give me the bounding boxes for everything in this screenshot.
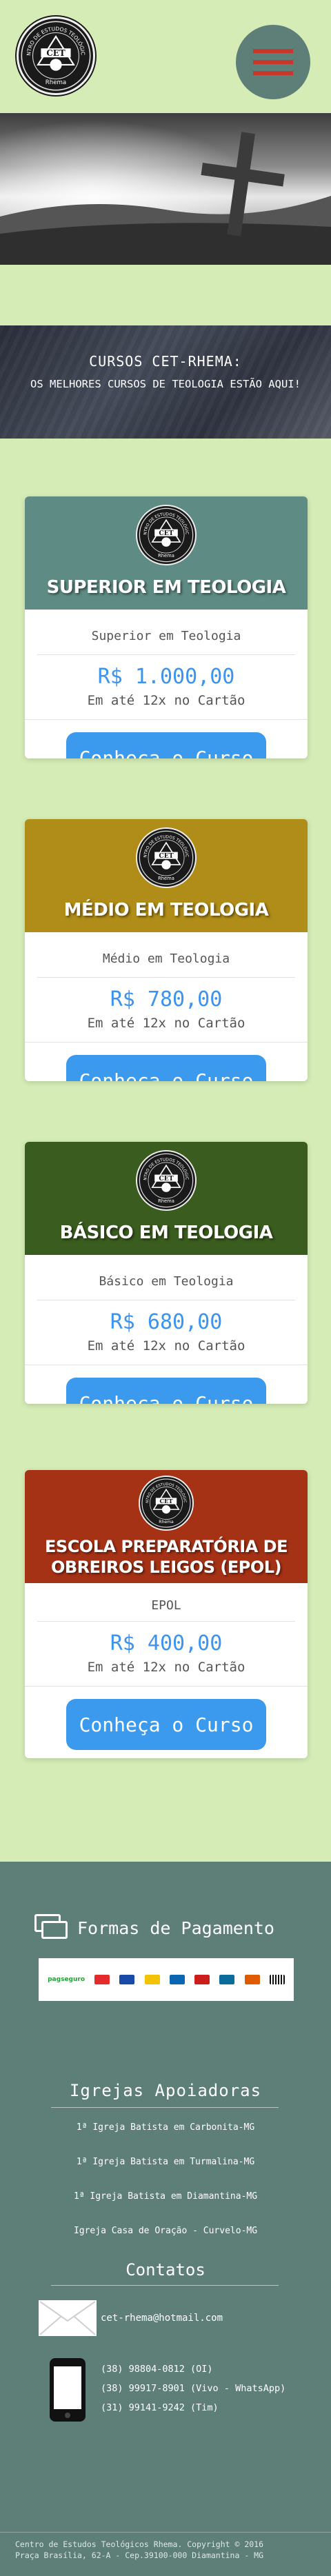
payment-brand-icon	[144, 1975, 160, 1984]
conheca-o-curso-button[interactable]: Conheça o Curso	[66, 732, 266, 758]
course-price: R$ 1.000,00	[97, 665, 235, 689]
cet-rhema-logo-icon: CENTRO DE ESTUDOS TEOLÓGICOS CET Rhema	[136, 503, 197, 565]
courses-banner: CURSOS CET-RHEMA: OS MELHORES CURSOS DE …	[0, 325, 331, 439]
envelope-icon	[39, 2300, 97, 2336]
payment-brand-icon	[244, 1975, 260, 1984]
contact-phone[interactable]: (38) 99917-8901 (Vivo - WhatsApp)	[101, 2379, 285, 2398]
phone-icon	[50, 2358, 86, 2422]
conheca-o-curso-button[interactable]: Conheça o Curso	[66, 1378, 266, 1404]
course-name: Médio em Teologia	[102, 952, 230, 966]
course-installments: Em até 12x no Cartão	[87, 693, 245, 708]
conheca-o-curso-button[interactable]: Conheça o Curso	[66, 1055, 266, 1081]
menu-bar	[253, 60, 293, 64]
svg-text:Rhema: Rhema	[158, 553, 174, 559]
menu-bar	[253, 71, 293, 75]
payment-brand-icon	[169, 1975, 185, 1984]
course-card-title: BÁSICO EM TEOLOGIA	[59, 1222, 273, 1243]
igreja-item: 1ª Igreja Batista em Carbonita-MG	[76, 2122, 255, 2133]
cet-rhema-logo-icon: CENTRO DE ESTUDOS TEOLÓGICOS CET Rhema	[139, 1474, 194, 1531]
course-card-basico: CENTRO DE ESTUDOS TEOLÓGICOS CET Rhema B…	[25, 1142, 308, 1404]
igreja-item: 1ª Igreja Batista em Turmalina-MG	[76, 2157, 255, 2167]
course-card-header: CENTRO DE ESTUDOS TEOLÓGICOS CET Rhema S…	[25, 496, 308, 610]
course-price: R$ 780,00	[110, 987, 223, 1012]
copyright-line: Centro de Estudos Teológicos Rhema. Copy…	[15, 2539, 264, 2549]
svg-text:Rhema: Rhema	[158, 1198, 174, 1204]
boleto-icon	[269, 1975, 285, 1984]
cet-rhema-logo-icon: CENTRO DE ESTUDOS TEOLÓGICOS CET Rhema	[139, 1474, 191, 1528]
site-footer: Formas de Pagamento pagseguro Igrejas Ap…	[0, 1862, 331, 2576]
course-card-title: SUPERIOR EM TEOLOGIA	[46, 577, 286, 598]
cards-icon	[34, 1914, 69, 1942]
svg-text:Rhema: Rhema	[158, 876, 174, 881]
payment-brand-icon	[119, 1975, 135, 1984]
course-card-title: MÉDIO EM TEOLOGIA	[63, 900, 269, 920]
payment-title: Formas de Pagamento	[77, 1918, 274, 1938]
svg-text:CET: CET	[159, 852, 173, 860]
contact-email-link[interactable]: cet-rhema@hotmail.com	[101, 2313, 223, 2324]
menu-toggle-button[interactable]	[236, 25, 310, 99]
pagseguro-logo: pagseguro	[48, 1976, 85, 1983]
payment-heading: Formas de Pagamento	[34, 1914, 274, 1942]
contact-phone[interactable]: (38) 98804-0812 (OI)	[101, 2359, 285, 2379]
svg-text:CET: CET	[46, 48, 66, 58]
igreja-item: Igreja Casa de Oração - Curvelo-MG	[73, 2226, 258, 2236]
site-header: CENTRO DE ESTUDOS TEOLÓGICOS CET Rhema	[0, 0, 331, 113]
svg-text:CET: CET	[159, 530, 173, 537]
cet-rhema-logo-icon: CENTRO DE ESTUDOS TEOLÓGICOS CET Rhema	[136, 826, 194, 885]
course-name: Superior em Teologia	[91, 629, 241, 643]
banner-title: CURSOS CET-RHEMA:	[89, 353, 242, 370]
svg-text:CET: CET	[159, 1175, 173, 1183]
course-card-title: ESCOLA PREPARATÓRIA DE OBREIROS LEIGOS (…	[45, 1537, 288, 1577]
menu-bar	[253, 49, 293, 53]
payment-brand-icon	[219, 1975, 235, 1984]
cet-rhema-logo-icon: CENTRO DE ESTUDOS TEOLÓGICOS CET Rhema	[136, 1149, 194, 1208]
course-card-header: CENTRO DE ESTUDOS TEOLÓGICOS CET Rhema E…	[25, 1470, 308, 1583]
hero-image	[0, 113, 331, 265]
svg-text:Rhema: Rhema	[46, 79, 66, 86]
svg-text:Rhema: Rhema	[159, 1520, 174, 1525]
course-name: Básico em Teologia	[99, 1274, 234, 1289]
payment-brand-icon	[194, 1975, 210, 1984]
course-name: EPOL	[151, 1598, 181, 1613]
course-installments: Em até 12x no Cartão	[87, 1016, 245, 1031]
course-card-epol: CENTRO DE ESTUDOS TEOLÓGICOS CET Rhema E…	[25, 1470, 308, 1758]
page: CENTRO DE ESTUDOS TEOLÓGICOS CET Rhema	[0, 0, 331, 2576]
payment-methods-strip: pagseguro	[39, 1958, 294, 2001]
igreja-item: 1ª Igreja Batista em Diamantina-MG	[73, 2191, 258, 2202]
contatos-title: Contatos	[126, 2260, 205, 2280]
cet-rhema-logo-icon: CENTRO DE ESTUDOS TEOLÓGICOS CET Rhema	[136, 1149, 197, 1211]
svg-text:CET: CET	[159, 1498, 173, 1505]
course-installments: Em até 12x no Cartão	[87, 1338, 245, 1354]
conheca-o-curso-button[interactable]: Conheça o Curso	[66, 1699, 266, 1750]
payment-brand-icon	[94, 1975, 110, 1984]
cet-rhema-logo-icon: CENTRO DE ESTUDOS TEOLÓGICOS CET Rhema	[136, 503, 194, 563]
cet-rhema-logo-icon: CENTRO DE ESTUDOS TEOLÓGICOS CET Rhema	[17, 14, 91, 91]
contact-phones: (38) 98804-0812 (OI) (38) 99917-8901 (Vi…	[101, 2359, 285, 2417]
site-logo[interactable]: CENTRO DE ESTUDOS TEOLÓGICOS CET Rhema	[17, 14, 95, 95]
cross-hill-image	[0, 113, 331, 265]
course-card-header: CENTRO DE ESTUDOS TEOLÓGICOS CET Rhema M…	[25, 819, 308, 932]
address-line: Praça Brasília, 62-A - Cep.39100-000 Dia…	[15, 2550, 264, 2560]
course-card-header: CENTRO DE ESTUDOS TEOLÓGICOS CET Rhema B…	[25, 1142, 308, 1255]
course-card-superior: CENTRO DE ESTUDOS TEOLÓGICOS CET Rhema S…	[25, 496, 308, 758]
course-card-medio: CENTRO DE ESTUDOS TEOLÓGICOS CET Rhema M…	[25, 819, 308, 1081]
contact-phone[interactable]: (31) 99141-9242 (Tim)	[101, 2398, 285, 2417]
igrejas-title: Igrejas Apoiadoras	[69, 2081, 262, 2100]
banner-subtitle: OS MELHORES CURSOS DE TEOLOGIA ESTÃO AQU…	[30, 378, 301, 390]
course-price: R$ 680,00	[110, 1310, 223, 1334]
cet-rhema-logo-icon: CENTRO DE ESTUDOS TEOLÓGICOS CET Rhema	[136, 826, 197, 888]
course-price: R$ 400,00	[110, 1631, 223, 1656]
copyright: Centro de Estudos Teológicos Rhema. Copy…	[15, 2539, 263, 2561]
course-installments: Em até 12x no Cartão	[87, 1660, 245, 1675]
